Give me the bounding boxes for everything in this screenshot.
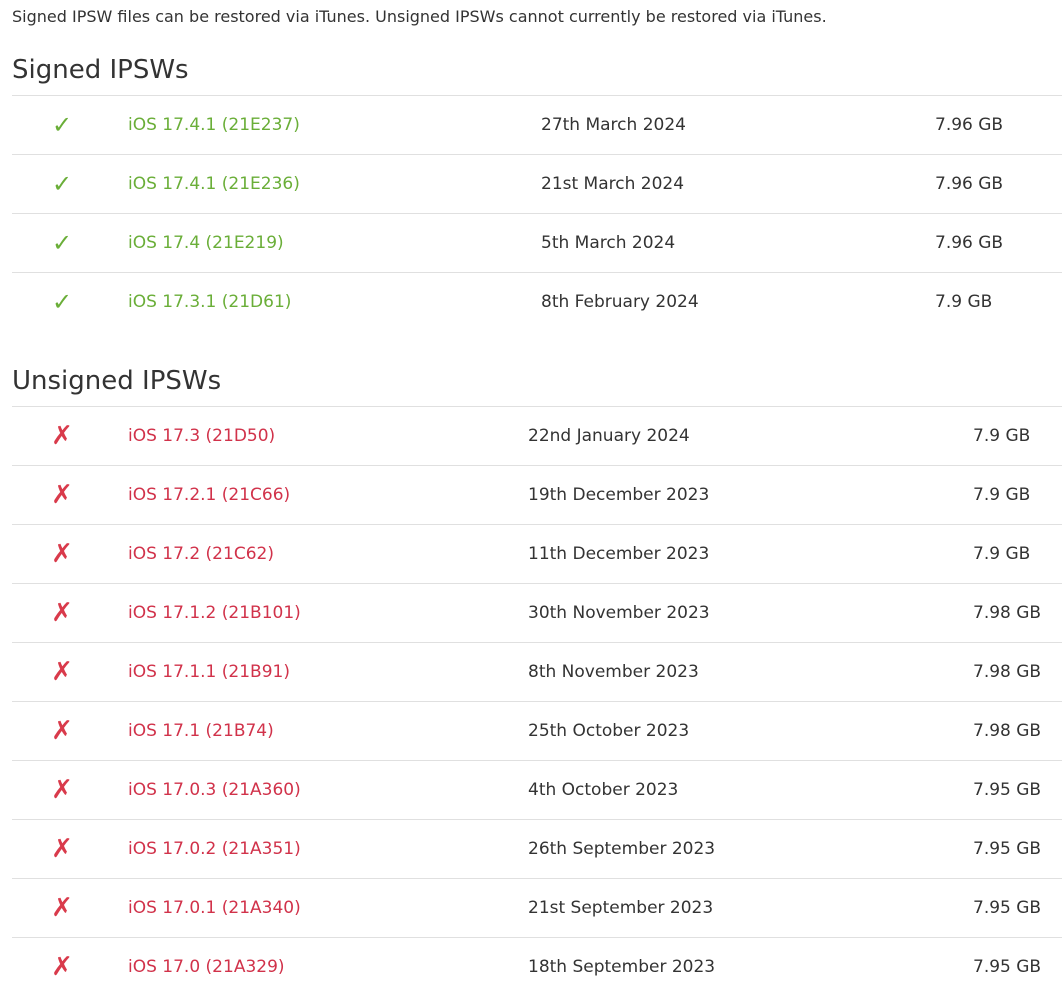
cross-icon: ✗ <box>51 480 73 510</box>
release-date: 8th November 2023 <box>528 662 699 682</box>
file-size: 7.95 GB <box>973 957 1042 977</box>
file-size: 7.9 GB <box>935 292 993 312</box>
cross-icon: ✗ <box>51 893 73 923</box>
release-date: 21st September 2023 <box>528 898 714 918</box>
ipsw-version: iOS 17.4.1 (21E237) <box>128 115 300 135</box>
table-row[interactable]: ✗ iOS 17.2.1 (21C66) 19th December 2023 … <box>12 466 1062 525</box>
file-size: 7.96 GB <box>935 233 1004 253</box>
ipsw-version: iOS 17.1 (21B74) <box>128 721 274 741</box>
table-row[interactable]: ✓ iOS 17.3.1 (21D61) 8th February 2024 7… <box>12 273 1062 333</box>
table-row[interactable]: ✓ iOS 17.4.1 (21E236) 21st March 2024 7.… <box>12 155 1062 214</box>
ipsw-version: iOS 17.3.1 (21D61) <box>128 292 292 312</box>
table-row[interactable]: ✗ iOS 17.2 (21C62) 11th December 2023 7.… <box>12 525 1062 584</box>
cross-icon: ✗ <box>51 775 73 805</box>
release-date: 27th March 2024 <box>541 115 686 135</box>
cross-icon: ✗ <box>51 539 73 569</box>
table-row[interactable]: ✗ iOS 17.1.1 (21B91) 8th November 2023 7… <box>12 643 1062 702</box>
file-size: 7.96 GB <box>935 115 1004 135</box>
file-size: 7.95 GB <box>973 839 1042 859</box>
file-size: 7.9 GB <box>973 426 1031 446</box>
table-row[interactable]: ✗ iOS 17.0.3 (21A360) 4th October 2023 7… <box>12 761 1062 820</box>
release-date: 19th December 2023 <box>528 485 710 505</box>
cross-icon: ✗ <box>51 657 73 687</box>
ipsw-version: iOS 17.4 (21E219) <box>128 233 284 253</box>
cross-icon: ✗ <box>51 421 73 451</box>
ipsw-version: iOS 17.2 (21C62) <box>128 544 274 564</box>
file-size: 7.98 GB <box>973 603 1042 623</box>
release-date: 25th October 2023 <box>528 721 690 741</box>
cross-icon: ✗ <box>51 952 73 982</box>
table-row[interactable]: ✗ iOS 17.0 (21A329) 18th September 2023 … <box>12 938 1062 996</box>
release-date: 21st March 2024 <box>541 174 685 194</box>
ipsw-version: iOS 17.2.1 (21C66) <box>128 485 291 505</box>
file-size: 7.9 GB <box>973 544 1031 564</box>
ipsw-version: iOS 17.0.2 (21A351) <box>128 839 301 859</box>
signed-ipsws-heading: Signed IPSWs <box>12 55 189 85</box>
ipsw-version: iOS 17.3 (21D50) <box>128 426 276 446</box>
release-date: 5th March 2024 <box>541 233 676 253</box>
file-size: 7.98 GB <box>973 721 1042 741</box>
file-size: 7.9 GB <box>973 485 1031 505</box>
file-size: 7.98 GB <box>973 662 1042 682</box>
table-row[interactable]: ✗ iOS 17.0.2 (21A351) 26th September 202… <box>12 820 1062 879</box>
unsigned-ipsw-table: ✗ iOS 17.3 (21D50) 22nd January 2024 7.9… <box>12 406 1062 996</box>
checkmark-icon: ✓ <box>51 288 73 316</box>
table-row[interactable]: ✗ iOS 17.0.1 (21A340) 21st September 202… <box>12 879 1062 938</box>
file-size: 7.95 GB <box>973 898 1042 918</box>
file-size: 7.96 GB <box>935 174 1004 194</box>
file-size: 7.95 GB <box>973 780 1042 800</box>
release-date: 8th February 2024 <box>541 292 699 312</box>
ipsw-version: iOS 17.1.2 (21B101) <box>128 603 301 623</box>
release-date: 18th September 2023 <box>528 957 716 977</box>
intro-text: Signed IPSW files can be restored via iT… <box>12 7 827 26</box>
release-date: 30th November 2023 <box>528 603 710 623</box>
cross-icon: ✗ <box>51 834 73 864</box>
ipsw-version: iOS 17.0 (21A329) <box>128 957 285 977</box>
cross-icon: ✗ <box>51 716 73 746</box>
table-row[interactable]: ✗ iOS 17.1 (21B74) 25th October 2023 7.9… <box>12 702 1062 761</box>
table-row[interactable]: ✗ iOS 17.3 (21D50) 22nd January 2024 7.9… <box>12 407 1062 466</box>
checkmark-icon: ✓ <box>51 229 73 257</box>
release-date: 26th September 2023 <box>528 839 716 859</box>
signed-ipsw-table: ✓ iOS 17.4.1 (21E237) 27th March 2024 7.… <box>12 95 1062 333</box>
ipsw-version: iOS 17.4.1 (21E236) <box>128 174 300 194</box>
release-date: 22nd January 2024 <box>528 426 690 446</box>
checkmark-icon: ✓ <box>51 170 73 198</box>
cross-icon: ✗ <box>51 598 73 628</box>
checkmark-icon: ✓ <box>51 111 73 139</box>
ipsw-version: iOS 17.1.1 (21B91) <box>128 662 290 682</box>
table-row[interactable]: ✓ iOS 17.4 (21E219) 5th March 2024 7.96 … <box>12 214 1062 273</box>
release-date: 4th October 2023 <box>528 780 679 800</box>
ipsw-version: iOS 17.0.3 (21A360) <box>128 780 301 800</box>
table-row[interactable]: ✓ iOS 17.4.1 (21E237) 27th March 2024 7.… <box>12 96 1062 155</box>
release-date: 11th December 2023 <box>528 544 710 564</box>
ipsw-version: iOS 17.0.1 (21A340) <box>128 898 301 918</box>
table-row[interactable]: ✗ iOS 17.1.2 (21B101) 30th November 2023… <box>12 584 1062 643</box>
unsigned-ipsws-heading: Unsigned IPSWs <box>12 366 222 396</box>
